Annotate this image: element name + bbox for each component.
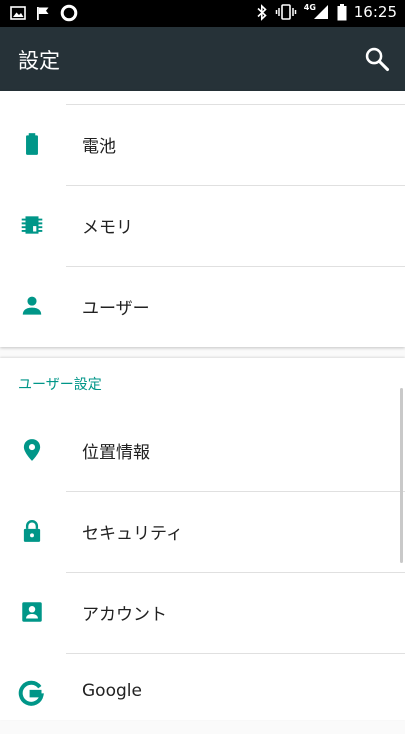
settings-item-google[interactable]: Google [0,654,405,734]
settings-item-label: セキュリティ [82,524,183,544]
settings-item-label: 位置情報 [82,443,150,463]
status-bar: 4G 16:25 [0,0,405,27]
section-header: ユーザー設定 [18,377,102,393]
settings-item-location[interactable]: 位置情報 [0,411,405,491]
status-left-icons [10,4,78,22]
scrollbar[interactable] [400,388,403,563]
settings-item-memory[interactable]: メモリ [0,186,405,266]
lock-icon [23,520,41,542]
settings-item-label: メモリ [82,218,133,238]
account-box-icon [22,602,42,622]
settings-list[interactable]: 電池 メモリ ユーザー ユーザー設定 位置情報 セキュリティ アカウント Goo… [0,91,405,720]
network-type-label: 4G [304,3,330,21]
settings-item-battery[interactable]: 電池 [0,105,405,185]
user-settings-section: ユーザー設定 位置情報 セキュリティ アカウント Google [0,358,405,720]
settings-item-security[interactable]: セキュリティ [0,492,405,572]
battery-icon [337,3,347,20]
status-right-icons: 4G 16:25 [256,3,397,21]
google-icon [18,680,44,706]
settings-item-label: ユーザー [82,299,150,319]
settings-item-label: アカウント [82,605,167,625]
settings-item-label: 電池 [82,137,116,157]
circle-icon [60,4,78,22]
person-icon [22,296,42,315]
vibrate-icon [275,4,297,20]
settings-item-users[interactable]: ユーザー [0,267,405,347]
clock: 16:25 [353,3,397,21]
settings-item-accounts[interactable]: アカウント [0,573,405,653]
image-icon [10,6,26,20]
search-icon [365,47,390,72]
signal-icon [313,5,328,19]
search-button[interactable] [363,45,391,73]
memory-icon [21,216,43,234]
device-section: 電池 メモリ ユーザー [0,91,405,347]
battery-icon [26,133,38,155]
page-title: 設定 [18,49,60,73]
app-bar: 設定 [0,27,405,91]
bluetooth-icon [257,3,267,21]
flag-icon [37,6,49,20]
location-icon [23,439,41,461]
settings-item-label: Google [82,681,142,701]
